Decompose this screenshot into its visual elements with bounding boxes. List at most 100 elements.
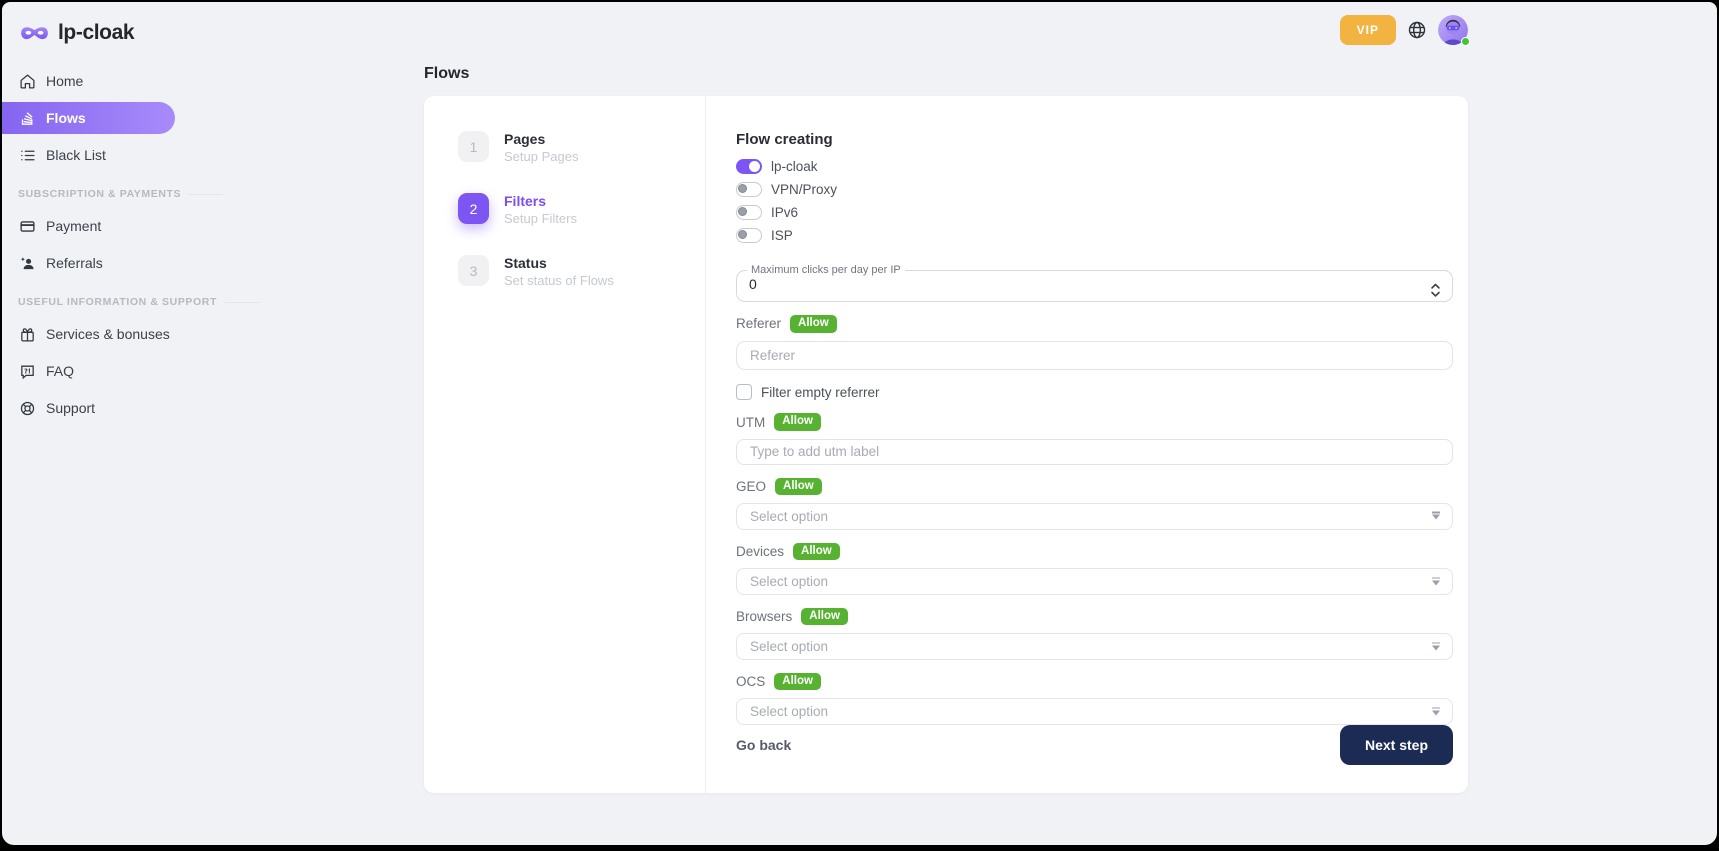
chevron-down-icon (1432, 645, 1440, 650)
sidebar-item-support[interactable]: Support (2, 392, 175, 424)
max-clicks-field: Maximum clicks per day per IP (736, 264, 1453, 302)
app-window: lp-cloak Home Flows Black List (2, 2, 1717, 845)
referer-input[interactable] (736, 341, 1453, 371)
isp-toggle[interactable] (736, 228, 762, 243)
chevron-down-icon (1432, 515, 1440, 520)
page-title: Flows (424, 65, 1468, 83)
select-placeholder: Select option (750, 509, 828, 524)
select-placeholder: Select option (750, 574, 828, 589)
step-subtitle: Setup Pages (504, 148, 578, 165)
sidebar-item-black-list[interactable]: Black List (2, 139, 175, 171)
geo-allow-badge[interactable]: Allow (775, 478, 822, 496)
toggle-label: lp-cloak (771, 159, 818, 174)
sidebar-item-label: Black List (46, 147, 106, 163)
ipv6-toggle[interactable] (736, 205, 762, 220)
user-avatar[interactable] (1438, 15, 1468, 45)
geo-label: GEO (736, 479, 766, 494)
sidebar-item-label: Home (46, 73, 83, 89)
filters-form: Flow creating lp-cloak VPN/Proxy IPv6 (706, 96, 1468, 793)
main-area: VIP (175, 2, 1717, 845)
sidebar-section-header: SUBSCRIPTION & PAYMENTS (2, 188, 175, 200)
flow-wizard-card: 1 Pages Setup Pages 2 Filters Setup Filt… (424, 96, 1468, 793)
browsers-select[interactable]: Select option (736, 633, 1453, 660)
geo-select[interactable]: Select option (736, 503, 1453, 530)
step-number: 3 (458, 255, 489, 286)
chevron-down-icon (1432, 710, 1440, 715)
select-placeholder: Select option (750, 704, 828, 719)
referer-allow-badge[interactable]: Allow (790, 315, 837, 333)
step-status[interactable]: 3 Status Set status of Flows (458, 255, 705, 289)
browsers-label: Browsers (736, 609, 792, 624)
lifebuoy-icon (18, 399, 36, 417)
ocs-label: OCS (736, 674, 765, 689)
checkbox-label: Filter empty referrer (761, 385, 880, 400)
devices-allow-badge[interactable]: Allow (793, 543, 840, 561)
lp-cloak-toggle[interactable] (736, 159, 762, 174)
step-subtitle: Set status of Flows (504, 272, 614, 289)
home-icon (18, 72, 36, 90)
browsers-allow-badge[interactable]: Allow (801, 608, 848, 626)
ocs-allow-badge[interactable]: Allow (774, 673, 821, 691)
toggle-row-ipv6[interactable]: IPv6 (736, 205, 1453, 220)
filter-empty-referrer-row[interactable]: Filter empty referrer (736, 384, 1453, 400)
toggle-label: VPN/Proxy (771, 182, 837, 197)
number-stepper-icon[interactable] (1430, 282, 1441, 297)
sidebar-item-referrals[interactable]: Referrals (2, 247, 175, 279)
sidebar-item-label: Payment (46, 218, 101, 234)
sidebar-item-services[interactable]: Services & bonuses (2, 318, 175, 350)
step-title: Pages (504, 131, 578, 148)
step-title: Status (504, 255, 614, 272)
ocs-select[interactable]: Select option (736, 698, 1453, 725)
toggle-label: ISP (771, 228, 793, 243)
toggle-label: IPv6 (771, 205, 798, 220)
toggle-row-lp-cloak[interactable]: lp-cloak (736, 159, 1453, 174)
step-filters[interactable]: 2 Filters Setup Filters (458, 193, 705, 227)
next-step-button[interactable]: Next step (1340, 725, 1453, 765)
sidebar-item-label: Support (46, 400, 95, 416)
sidebar-item-payment[interactable]: Payment (2, 210, 175, 242)
step-pages[interactable]: 1 Pages Setup Pages (458, 131, 705, 165)
sidebar-item-label: Services & bonuses (46, 326, 170, 342)
step-title: Filters (504, 193, 577, 210)
step-number: 2 (458, 193, 489, 224)
max-clicks-input[interactable] (749, 276, 1371, 292)
topbar-right: VIP (424, 2, 1468, 50)
step-number: 1 (458, 131, 489, 162)
devices-select[interactable]: Select option (736, 568, 1453, 595)
toggle-row-vpn-proxy[interactable]: VPN/Proxy (736, 182, 1453, 197)
toggle-row-isp[interactable]: ISP (736, 228, 1453, 243)
sidebar-nav: Home Flows Black List SUBSCRIPTION & PAY… (2, 50, 175, 429)
utm-allow-badge[interactable]: Allow (774, 413, 821, 431)
logo[interactable]: lp-cloak (2, 2, 175, 50)
sidebar-item-label: Referrals (46, 255, 103, 271)
wizard-steps: 1 Pages Setup Pages 2 Filters Setup Filt… (424, 96, 706, 793)
sidebar-item-flows[interactable]: Flows (2, 102, 175, 134)
online-status-dot (1461, 37, 1470, 46)
sidebar-section-header: USEFUL INFORMATION & SUPPORT (2, 296, 175, 308)
sidebar-item-faq[interactable]: ?! FAQ (2, 355, 175, 387)
max-clicks-label: Maximum clicks per day per IP (747, 264, 905, 276)
globe-language-icon[interactable] (1407, 20, 1427, 40)
gift-icon (18, 325, 36, 343)
devices-label: Devices (736, 544, 784, 559)
list-icon (18, 146, 36, 164)
vip-button[interactable]: VIP (1340, 15, 1396, 45)
select-placeholder: Select option (750, 639, 828, 654)
sidebar-item-home[interactable]: Home (2, 65, 175, 97)
chevron-down-icon (1432, 580, 1440, 585)
step-subtitle: Setup Filters (504, 210, 577, 227)
sidebar-item-label: FAQ (46, 363, 74, 379)
flows-icon (18, 109, 36, 127)
utm-input[interactable] (736, 439, 1453, 465)
credit-card-icon (18, 217, 36, 235)
form-title: Flow creating (736, 131, 1453, 148)
vpn-proxy-toggle[interactable] (736, 182, 762, 197)
filter-empty-referrer-checkbox[interactable] (736, 384, 752, 400)
logo-text: lp-cloak (58, 21, 134, 45)
person-star-icon (18, 254, 36, 272)
mask-logo-icon (19, 23, 50, 44)
faq-bubble-icon: ?! (18, 362, 36, 380)
sidebar-item-label: Flows (46, 110, 86, 126)
go-back-button[interactable]: Go back (736, 737, 791, 753)
sidebar: lp-cloak Home Flows Black List (2, 2, 175, 845)
